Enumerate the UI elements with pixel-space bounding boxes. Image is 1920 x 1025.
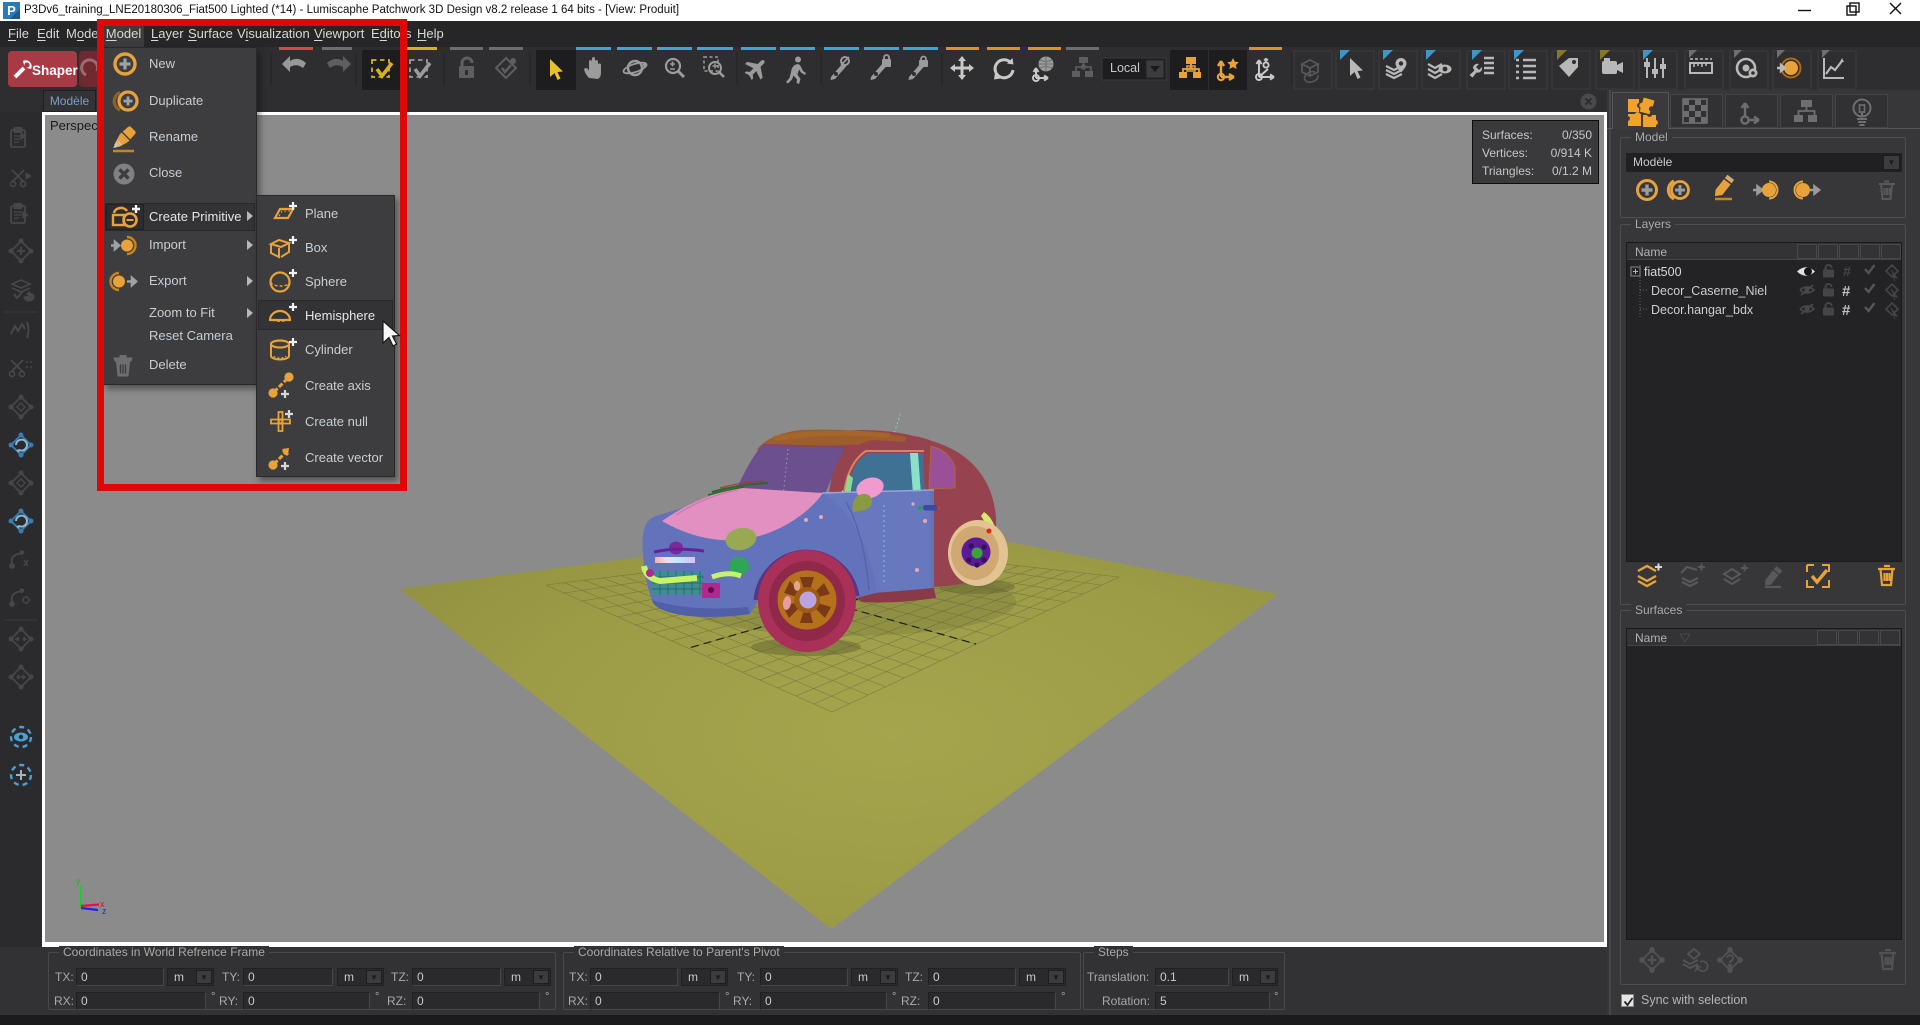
svg-text:Local: Local — [1110, 61, 1140, 75]
svg-text:y: y — [76, 876, 81, 886]
svg-text:z: z — [102, 906, 107, 916]
svg-text:Shaper: Shaper — [32, 63, 79, 78]
svg-text:P: P — [7, 3, 16, 18]
